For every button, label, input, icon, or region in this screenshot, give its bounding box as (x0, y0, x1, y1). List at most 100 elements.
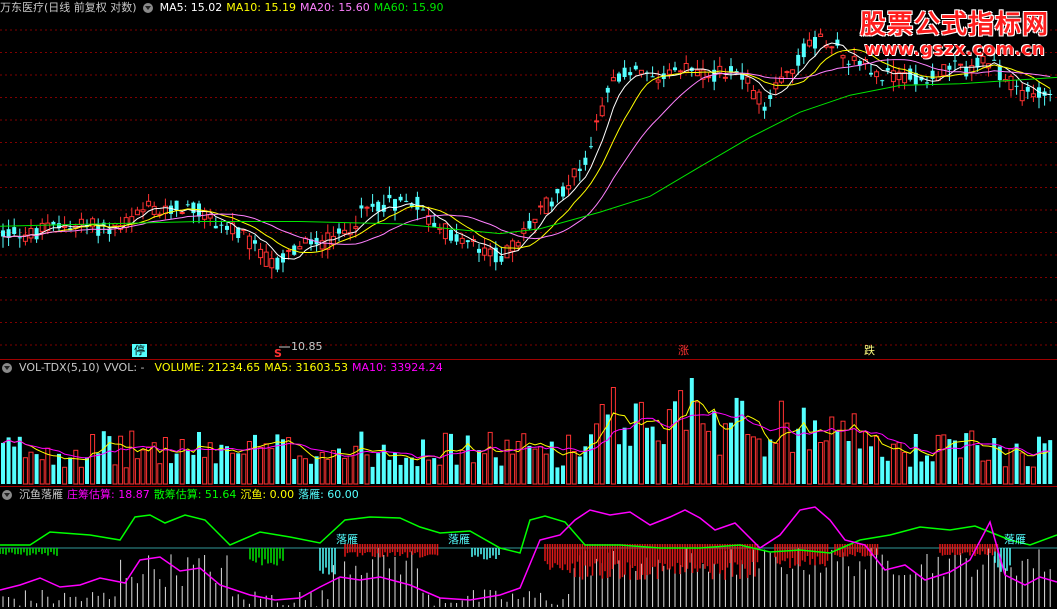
candle-body (246, 235, 252, 250)
candle-body (561, 186, 565, 197)
volume-bar (230, 452, 236, 485)
volume-bar (650, 426, 655, 484)
san-line (0, 514, 1057, 554)
candle-body (650, 76, 655, 78)
candle-body (359, 205, 364, 209)
candle-body (459, 237, 465, 244)
volume-bar (151, 442, 157, 485)
dropdown-icon[interactable] (142, 3, 153, 13)
candle-body (997, 65, 1002, 81)
volume-bar (415, 466, 420, 484)
candle-body (207, 214, 213, 219)
candle-body (851, 56, 857, 61)
candle-body (527, 220, 532, 229)
candle-body (869, 72, 873, 75)
candle-body (750, 90, 756, 100)
indicator-header: 沉鱼落雁 庄筹估算: 18.87 散筹估算: 51.64 沉鱼: 0.00 落雁… (0, 487, 359, 503)
volume-bar (890, 443, 896, 485)
candle-body (964, 67, 969, 77)
candle-body (39, 222, 45, 232)
candle-body (902, 72, 908, 84)
volume-bar (432, 458, 437, 484)
candle-body (762, 106, 767, 111)
dropdown-icon[interactable] (2, 490, 12, 500)
volume-bar (835, 430, 840, 484)
candle-body (225, 225, 229, 230)
volume-bar (12, 446, 17, 484)
site-watermark: 股票公式指标网 www.gszx.com.cn (860, 4, 1049, 60)
volume-bar (504, 439, 510, 485)
candle-body (885, 68, 890, 71)
candle-body (796, 54, 801, 66)
candle-body (499, 256, 504, 262)
volume-bar (202, 456, 208, 485)
candle-body (678, 70, 684, 73)
volume-bar (661, 444, 666, 484)
candle-body (566, 185, 572, 190)
volume-bar (241, 453, 247, 485)
volume-bar (577, 456, 582, 484)
volume-bar (342, 457, 348, 485)
volume-bar (790, 451, 796, 485)
candle-body (655, 79, 661, 83)
volume-bar (969, 430, 975, 485)
volume-bar (510, 453, 516, 485)
vol-indicator-name: VOL-TDX(5,10) (19, 361, 100, 374)
volume-bar (297, 455, 303, 485)
volume-bar (134, 458, 140, 485)
ma5-value: MA5: 15.02 (159, 1, 223, 14)
volume-bar (778, 400, 784, 485)
candle-body (890, 70, 896, 83)
volume-bar (286, 437, 292, 485)
volume-bar (610, 387, 616, 485)
candle-body (353, 226, 359, 229)
volume-bar (6, 437, 11, 484)
volume-bar (880, 456, 885, 484)
volume-bar (1008, 448, 1014, 485)
volume-bar (768, 439, 773, 484)
volume-bar (1, 442, 5, 484)
volume-bar (869, 446, 873, 484)
volume-bar (207, 442, 213, 485)
volume-bar (169, 463, 173, 484)
candle-body (880, 80, 885, 82)
candle-body (487, 248, 493, 257)
candle-body (1, 230, 5, 237)
volume-bar (846, 441, 851, 484)
candle-body (477, 248, 481, 253)
candle-body (806, 39, 812, 47)
volume-bar (17, 436, 22, 484)
candle-body (151, 205, 157, 215)
candle-body (515, 241, 521, 247)
candle-body (756, 91, 762, 105)
volume-bar (958, 457, 964, 485)
volume-bar (487, 431, 493, 485)
volume-bar (874, 435, 880, 485)
candle-body (275, 257, 280, 270)
candle-body (840, 55, 846, 59)
volume-bar (493, 457, 498, 484)
candle-body (1014, 85, 1019, 87)
candle-body (17, 237, 22, 239)
volume-bar (885, 460, 890, 484)
volume-bar (470, 462, 476, 485)
vvol-value: VVOL: - (103, 361, 145, 374)
volume-bar (930, 461, 935, 484)
volume-bar (813, 420, 817, 484)
luoyan-label-2: 落雁 (448, 533, 470, 546)
candle-body (174, 200, 179, 210)
candle-body (1025, 86, 1030, 92)
volume-bar (806, 449, 812, 485)
volume-bar (314, 456, 319, 484)
volume-bar (975, 445, 980, 484)
volume-bar (1042, 443, 1047, 484)
volume-bar (645, 427, 649, 484)
volume-bar (376, 453, 381, 484)
dropdown-icon[interactable] (2, 363, 12, 373)
volume-bar (521, 433, 527, 485)
volume-bar (482, 453, 488, 485)
candle-body (666, 69, 672, 75)
candle-body (51, 221, 56, 225)
candle-body (185, 204, 190, 206)
san-value: 散筹估算: 51.64 (153, 488, 237, 501)
